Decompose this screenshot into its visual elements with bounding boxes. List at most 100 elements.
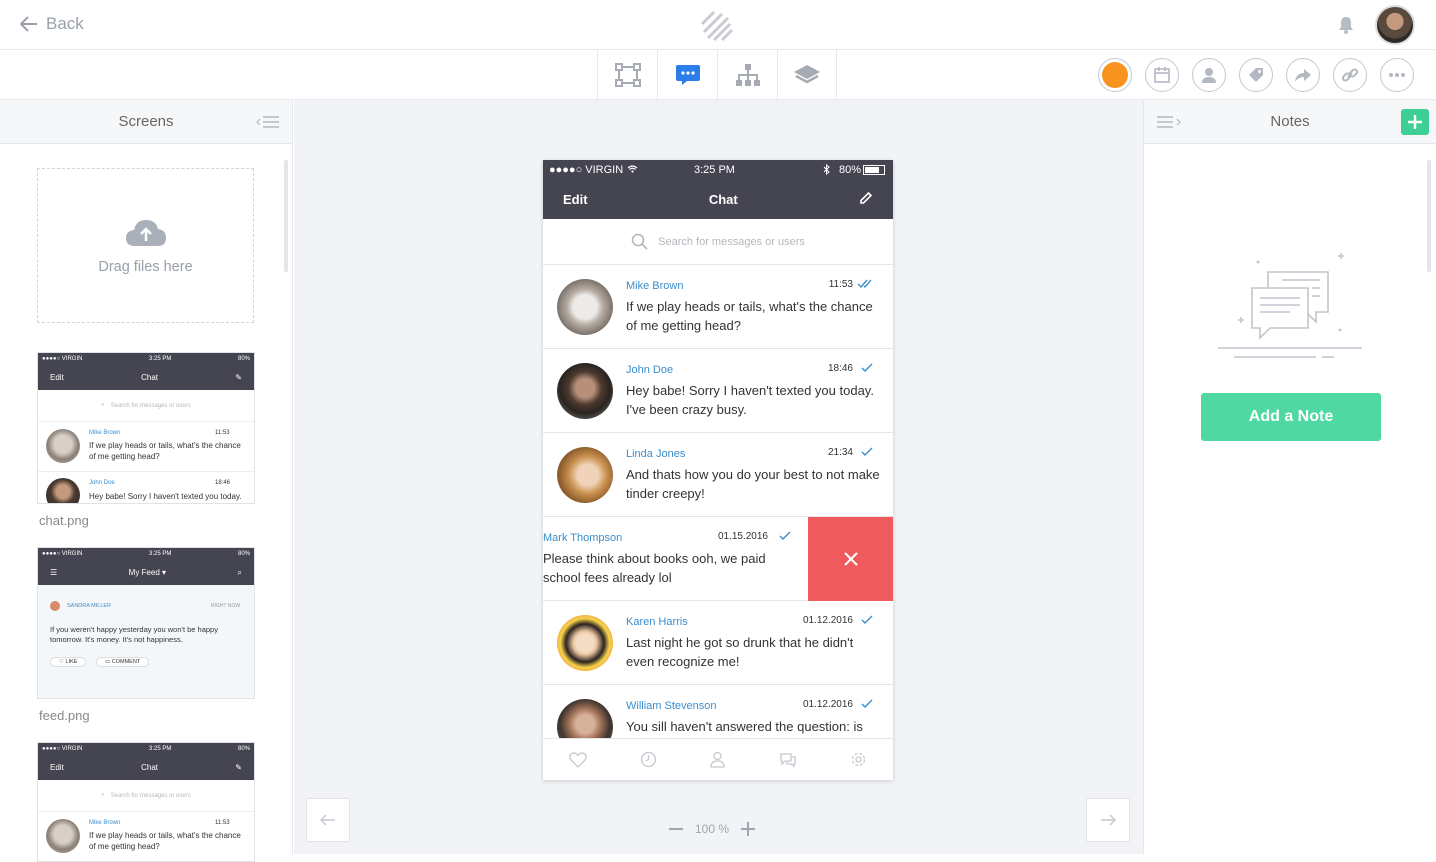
add-note-button[interactable]: Add a Note	[1201, 393, 1381, 441]
thumb-carrier: ●●●●○ VIRGIN	[42, 551, 83, 557]
toolbar	[0, 50, 1436, 100]
chat-list-item[interactable]: John Doe 18:46 Hey babe! Sorry I haven't…	[543, 349, 893, 433]
message-time: 11:53	[828, 279, 853, 290]
thumb-message-row: John Doe 18:46 Hey babe! Sorry I haven't…	[38, 472, 254, 503]
chat-bubble-icon	[675, 65, 700, 85]
share-button[interactable]	[1286, 58, 1320, 92]
canvas-area: ●●●●○ VIRGIN 3:25 PM 80% Edit Chat Searc…	[294, 100, 1143, 854]
arrow-left-icon	[20, 16, 37, 32]
next-screen-button[interactable]	[1086, 798, 1130, 842]
thumb-carrier: ●●●●○ VIRGIN	[42, 746, 83, 752]
calendar-icon	[1154, 67, 1170, 83]
phone-tab-bar	[543, 738, 893, 780]
calendar-button[interactable]	[1145, 58, 1179, 92]
screen-thumbnail-chat-2[interactable]: ●●●●○ VIRGIN 3:25 PM 80% Edit Chat ✎ ⌕ Search…	[37, 742, 255, 862]
contact-name: Mark Thompson	[543, 532, 623, 544]
contact-name: William Stevenson	[626, 700, 717, 712]
search-icon: ⌕	[101, 792, 105, 798]
profile-icon[interactable]	[709, 751, 726, 768]
phone-nav-bar: Edit Chat	[543, 180, 893, 219]
screens-scrollbar[interactable]	[284, 160, 288, 272]
thumb-search-text: Search for messages or users	[110, 792, 191, 799]
contact-avatar	[557, 279, 613, 335]
bluetooth-icon	[823, 163, 830, 178]
screen-thumbnail-feed[interactable]: ●●●●○ VIRGIN 3:25 PM 80% ☰ My Feed ▾ ⌕ SANDR…	[37, 547, 255, 699]
phone-status-bar: ●●●●○ VIRGIN 3:25 PM 80%	[543, 160, 893, 180]
user-avatar[interactable]	[1375, 5, 1415, 45]
search-icon: ⌕	[237, 567, 242, 577]
check-icon	[861, 615, 873, 624]
chats-icon[interactable]	[779, 752, 797, 768]
plus-icon	[1408, 115, 1422, 129]
compose-icon[interactable]	[859, 191, 873, 208]
thumb-avatar	[46, 429, 80, 463]
collapse-panel-icon[interactable]	[256, 116, 280, 128]
previous-screen-button[interactable]	[306, 798, 350, 842]
transform-tool-button[interactable]	[597, 50, 657, 100]
zoom-out-icon[interactable]	[669, 822, 683, 836]
delete-chat-button[interactable]	[808, 517, 893, 601]
settings-gear-icon[interactable]	[850, 751, 867, 768]
thumb-msg-text: If we play heads or tails, what's the ch…	[89, 441, 241, 461]
thumb-feed-card: SANDRA MILLER RIGHT NOW If you weren't h…	[38, 585, 254, 675]
link-button[interactable]	[1333, 58, 1367, 92]
contact-name: John Doe	[626, 364, 674, 376]
phone-preview: ●●●●○ VIRGIN 3:25 PM 80% Edit Chat Searc…	[543, 160, 893, 780]
message-preview: You sill haven't answered the question: …	[626, 719, 863, 734]
thumb-msg-time: 11:53	[215, 430, 230, 436]
edit-button[interactable]: Edit	[563, 192, 588, 207]
screen-filename: chat.png	[39, 513, 89, 528]
thumb-nav-bar: Edit Chat ✎	[38, 755, 254, 780]
heart-icon[interactable]	[569, 751, 588, 768]
notes-scrollbar[interactable]	[1427, 160, 1431, 272]
dropzone-label: Drag files here	[98, 258, 193, 275]
close-icon	[843, 552, 858, 566]
bell-icon[interactable]	[1338, 16, 1354, 39]
top-bar: Back	[0, 0, 1436, 50]
share-arrow-icon	[1295, 69, 1311, 82]
check-icon	[861, 363, 873, 372]
back-button[interactable]: Back	[20, 14, 84, 34]
thumb-like-button: ♡ LIKE	[50, 657, 87, 667]
chat-list-item[interactable]: Mike Brown 11:53 If we play heads or tai…	[543, 265, 893, 349]
thumb-search-text: Search for messages or users	[110, 402, 191, 409]
thumb-msg-name: John Doe	[89, 480, 115, 486]
search-placeholder: Search for messages or users	[658, 235, 805, 248]
zoom-in-icon[interactable]	[741, 822, 756, 836]
menu-icon: ☰	[50, 568, 58, 577]
zoom-level: 100 %	[695, 822, 730, 836]
assign-user-button[interactable]	[1192, 58, 1226, 92]
thumb-avatar	[46, 819, 80, 853]
contact-avatar	[557, 363, 613, 419]
thumb-battery: 80%	[237, 356, 250, 362]
status-color-button[interactable]	[1098, 58, 1132, 92]
add-note-plus-button[interactable]	[1401, 109, 1429, 135]
message-time: 01.15.2016	[717, 531, 768, 542]
empty-notes-illustration	[1216, 250, 1366, 367]
check-icon	[861, 699, 873, 708]
expand-panel-icon[interactable]	[1157, 116, 1181, 128]
tag-icon	[1249, 68, 1263, 82]
clock-icon[interactable]	[640, 751, 657, 768]
more-options-button[interactable]	[1380, 58, 1414, 92]
thumb-like-label: LIKE	[65, 659, 78, 665]
screen-thumbnail-chat[interactable]: ●●●●○ VIRGIN 3:25 PM 80% Edit Chat ✎ ⌕ Search…	[37, 352, 255, 504]
flow-tool-button[interactable]	[717, 50, 777, 100]
thumb-edit: Edit	[50, 763, 64, 772]
link-icon	[1341, 68, 1359, 82]
chat-list-item[interactable]: Linda Jones 21:34 And thats how you do y…	[543, 433, 893, 517]
comments-tool-button[interactable]	[657, 50, 717, 100]
message-time: 01.12.2016	[802, 699, 853, 710]
layers-icon	[794, 65, 820, 84]
message-preview: And thats how you do your best to not ma…	[626, 467, 880, 501]
chat-title: Chat	[708, 192, 738, 207]
chat-list-item-swiped[interactable]: Mark Thompson 01.15.2016 Please think ab…	[543, 517, 893, 601]
layers-tool-button[interactable]	[777, 50, 837, 100]
contact-avatar	[557, 615, 613, 671]
file-dropzone[interactable]: Drag files here	[37, 168, 254, 323]
thumb-message-row: Mike Brown 11:53 If we play heads or tai…	[38, 422, 254, 472]
thumb-time: 3:25 PM	[149, 356, 172, 362]
message-search-field[interactable]: Search for messages or users	[543, 219, 893, 265]
tag-button[interactable]	[1239, 58, 1273, 92]
chat-list-item[interactable]: Karen Harris 01.12.2016 Last night he go…	[543, 601, 893, 685]
